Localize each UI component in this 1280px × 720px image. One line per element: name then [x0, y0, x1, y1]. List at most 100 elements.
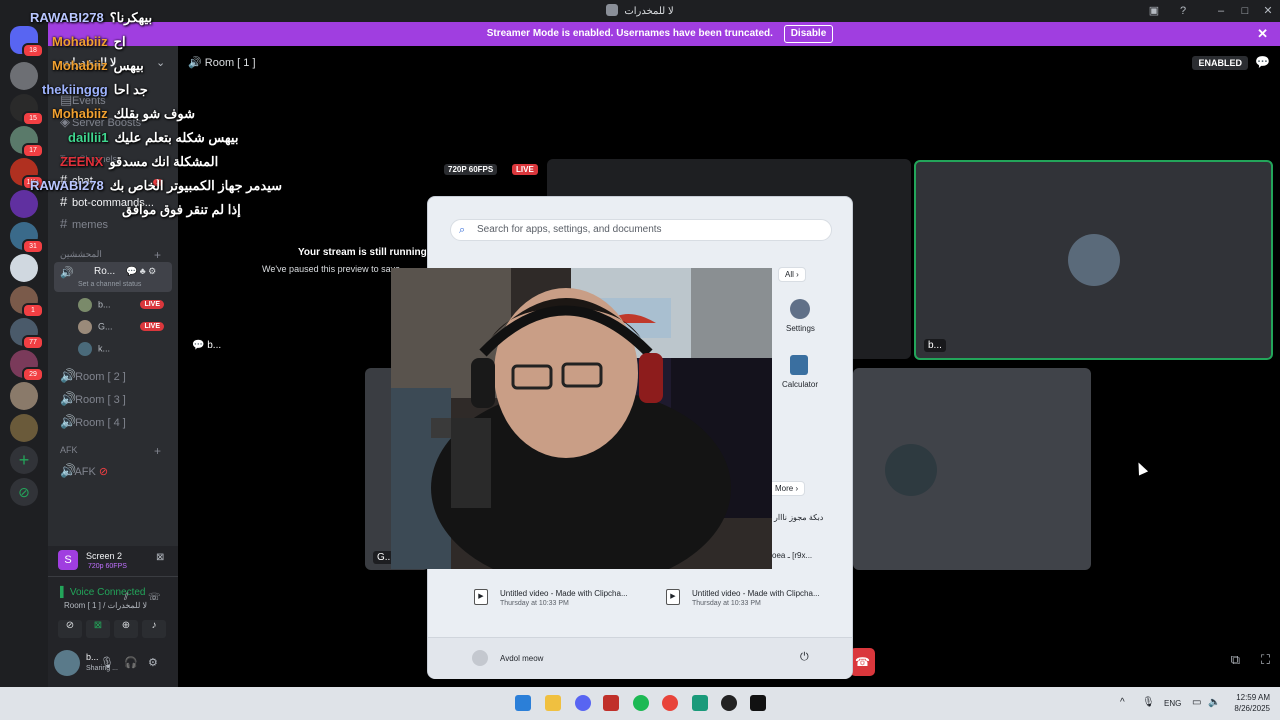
windows-start-icon[interactable]: [515, 695, 531, 711]
clock[interactable]: 12:59 AM 8/26/2025: [1230, 693, 1270, 713]
server-icon[interactable]: 29: [10, 350, 44, 382]
spotify-icon[interactable]: [633, 695, 649, 711]
channel-status[interactable]: Set a channel status: [78, 281, 141, 288]
user-avatar[interactable]: [472, 650, 488, 666]
chevron-up-icon[interactable]: ^: [1120, 697, 1125, 708]
voice-connected-status[interactable]: ▌ Voice Connected: [60, 587, 146, 598]
stop-stream-icon[interactable]: ⊠: [156, 552, 164, 563]
video-tile[interactable]: b...: [914, 160, 1273, 360]
voice-room-label[interactable]: Room [ 1 ] / لا للمخدرات: [64, 601, 147, 610]
voice-channel-room-3[interactable]: 🔊 Room [ 3 ]: [60, 391, 126, 407]
server-icon[interactable]: 31: [10, 222, 44, 254]
camera-off-icon[interactable]: ⊘: [58, 620, 82, 638]
headphones-icon[interactable]: 🎧: [124, 656, 138, 669]
more-button[interactable]: More ›: [768, 481, 806, 496]
active-voice-channel[interactable]: 🔊 Ro... 💬 ♣ ⚙ Set a channel status: [54, 262, 172, 292]
popout-icon[interactable]: ⧉: [1231, 652, 1240, 668]
live-badge: LIVE: [140, 322, 164, 331]
activity-icon[interactable]: ⊕: [114, 620, 138, 638]
voice-user[interactable]: k...: [78, 342, 110, 358]
afk-header[interactable]: AFK: [60, 445, 78, 455]
voice-user[interactable]: b...: [78, 298, 111, 314]
chat-message: Mohabiiz بيهس: [52, 58, 144, 73]
chat-message: Mohabiiz اح: [52, 34, 126, 49]
channel-actions-icon[interactable]: 💬 ♣ ⚙: [126, 266, 156, 277]
recent-file[interactable]: ▶ Untitled video - Made with Clipcha... …: [474, 589, 628, 607]
user-account[interactable]: Avdol meow: [500, 654, 543, 663]
help-icon[interactable]: ?: [1173, 2, 1193, 20]
server-icon[interactable]: 77: [10, 318, 44, 350]
recent-file[interactable]: ▶ Untitled video - Made with Clipcha... …: [666, 589, 820, 607]
microphone-tray-icon[interactable]: 🎙: [1142, 697, 1155, 708]
minimize-button[interactable]: –: [1211, 2, 1231, 20]
server-icon[interactable]: [10, 414, 38, 442]
app-calculator[interactable]: Calculator: [782, 380, 818, 389]
server-icon[interactable]: [10, 254, 38, 282]
video-tile[interactable]: [853, 368, 1091, 570]
disable-streamer-mode-button[interactable]: Disable: [783, 25, 834, 43]
screen-name: Screen 2: [86, 551, 123, 561]
disconnect-icon[interactable]: ☏: [148, 592, 161, 603]
disconnect-call-button[interactable]: ☎: [850, 648, 875, 676]
chat-username: daillii1: [68, 130, 109, 145]
maximize-button[interactable]: □: [1235, 2, 1255, 20]
soundboard-icon[interactable]: ♪: [142, 620, 166, 638]
chat-message: إذا لم تنقر فوق موافق: [122, 202, 241, 217]
chrome-icon[interactable]: [662, 695, 678, 711]
search-placeholder: Search for apps, settings, and documents: [477, 224, 662, 235]
app-icon[interactable]: [603, 695, 619, 711]
obs-icon[interactable]: [721, 695, 737, 711]
signal-icon: ▌: [60, 587, 68, 598]
voice-user[interactable]: G...: [78, 320, 113, 336]
video-file-icon: ▶: [666, 589, 680, 605]
user-name[interactable]: b...: [86, 652, 99, 662]
voice-channel-room-4[interactable]: 🔊 Room [ 4 ]: [60, 414, 126, 430]
noise-suppression-icon[interactable]: ⫽: [124, 592, 128, 603]
inbox-icon[interactable]: ▣: [1144, 2, 1164, 20]
paused-title: Your stream is still running!: [298, 247, 431, 258]
screen-share-button-icon[interactable]: ⊠: [86, 620, 110, 638]
discover-icon[interactable]: ⊘: [10, 478, 38, 506]
close-banner-icon[interactable]: ✕: [1257, 22, 1268, 46]
calculator-icon: [790, 355, 808, 375]
app-icon[interactable]: [692, 695, 708, 711]
fullscreen-icon[interactable]: ⛶: [1261, 652, 1270, 668]
server-icon[interactable]: 1: [10, 286, 44, 318]
add-server-icon[interactable]: +: [10, 446, 38, 474]
screen-quality: 720p 60FPS: [88, 563, 127, 570]
network-icon[interactable]: ▭: [1192, 697, 1201, 708]
terminal-icon[interactable]: [750, 695, 766, 711]
chat-icon[interactable]: 💬: [1255, 55, 1270, 69]
tile-name: b...: [924, 339, 946, 352]
microphone-icon[interactable]: 🎙: [100, 656, 114, 669]
video-file-icon: ▶: [474, 589, 488, 605]
chat-message: Mohabiiz شوف شو بقلك: [52, 106, 195, 121]
gear-icon[interactable]: ⚙: [148, 656, 158, 669]
app-settings[interactable]: Settings: [786, 324, 815, 333]
stream-chat-overlay: RAWABI278 بيهكرنا؟ Mohabiiz اح Mohabiiz بيه…: [30, 6, 310, 222]
avatar[interactable]: [54, 650, 80, 676]
all-apps-button[interactable]: All ›: [778, 267, 806, 282]
voice-category-header[interactable]: المحششين: [60, 249, 102, 260]
paused-subtitle: We've paused this preview to save: [262, 264, 401, 274]
close-window-button[interactable]: ✕: [1258, 2, 1278, 20]
add-channel-icon[interactable]: +: [154, 248, 161, 262]
chat-message: thekiinggg جد احا: [42, 82, 148, 97]
file-explorer-icon[interactable]: [545, 695, 561, 711]
add-channel-icon[interactable]: +: [154, 444, 161, 458]
avatar: [885, 444, 937, 496]
server-icon[interactable]: [10, 382, 38, 410]
user-panel: S Screen 2 720p 60FPS ⊠ ▌ Voice Connecte…: [48, 546, 178, 687]
power-icon[interactable]: ⏻: [800, 651, 809, 664]
recommended-item[interactable]: oea ـ [r9x...: [772, 551, 812, 560]
avatar: [78, 320, 92, 334]
language-indicator[interactable]: ENG: [1164, 699, 1181, 708]
voice-channel-room-2[interactable]: 🔊 Room [ 2 ]: [60, 368, 126, 384]
discord-icon[interactable]: [575, 695, 591, 711]
live-badge: LIVE: [512, 164, 538, 175]
volume-icon[interactable]: 🔈: [1208, 697, 1220, 708]
start-search-input[interactable]: ⌕ Search for apps, settings, and documen…: [450, 219, 832, 241]
stream-quality-badge: 720P 60FPS: [444, 164, 498, 175]
recommended-item[interactable]: دبكة مجوز نااار: [774, 513, 823, 522]
voice-channel-afk[interactable]: 🔊 AFK ⊘: [60, 463, 108, 479]
